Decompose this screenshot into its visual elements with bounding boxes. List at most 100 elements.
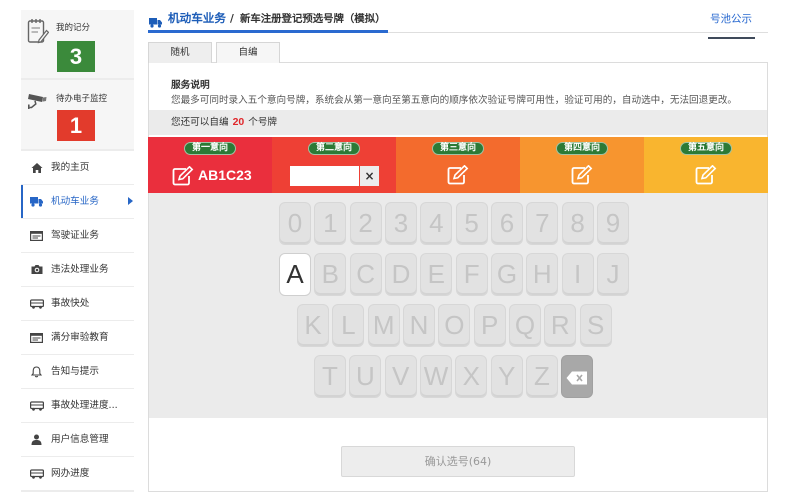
key-d[interactable]: D bbox=[384, 253, 417, 296]
sidebar-item-vehicle[interactable]: 机动车业务 bbox=[21, 185, 134, 218]
truck-icon bbox=[29, 195, 44, 208]
notepad-pencil-icon bbox=[27, 18, 50, 49]
intention-5[interactable]: 第五意向 bbox=[644, 137, 768, 193]
key-5[interactable]: 5 bbox=[455, 202, 488, 245]
confirm-selection-button[interactable]: 确认选号(64) bbox=[341, 446, 575, 477]
key-e[interactable]: E bbox=[420, 253, 453, 296]
quota-suffix: 个号牌 bbox=[248, 117, 278, 128]
sidebar-item-accident-quick[interactable]: 事故快处 bbox=[21, 287, 134, 320]
tab-custom[interactable]: 自编 bbox=[216, 42, 280, 63]
key-h[interactable]: H bbox=[526, 253, 559, 296]
edit-icon[interactable] bbox=[571, 164, 593, 189]
clear-button[interactable]: × bbox=[360, 166, 379, 186]
keyboard-row-t-z: T U V W X Y Z bbox=[314, 355, 594, 398]
intention-label: 第二意向 bbox=[308, 142, 360, 155]
key-8[interactable]: 8 bbox=[561, 202, 594, 245]
sidebar-item-label: 网办进度 bbox=[51, 468, 90, 479]
car-icon bbox=[29, 297, 44, 310]
key-w[interactable]: W bbox=[419, 355, 452, 398]
sidebar-menu: 我的主页 机动车业务 驾驶证业务 违法处理业务 事故快处 满分审验教育 告知与提… bbox=[21, 151, 134, 491]
key-0[interactable]: 0 bbox=[279, 202, 311, 245]
monitor-badge[interactable]: 1 bbox=[57, 110, 95, 141]
intention-4[interactable]: 第四意向 bbox=[520, 137, 644, 193]
key-i[interactable]: I bbox=[561, 253, 594, 296]
intention-label: 第三意向 bbox=[432, 142, 484, 155]
score-card-label: 我的记分 bbox=[56, 23, 91, 33]
key-c[interactable]: C bbox=[349, 253, 382, 296]
header-title-underline bbox=[148, 30, 388, 33]
key-z[interactable]: Z bbox=[525, 355, 558, 398]
sidebar-item-online-progress[interactable]: 网办进度 bbox=[21, 457, 134, 490]
key-j[interactable]: J bbox=[596, 253, 629, 296]
backspace-key[interactable] bbox=[561, 355, 594, 398]
key-g[interactable]: G bbox=[490, 253, 523, 296]
sidebar-item-home[interactable]: 我的主页 bbox=[21, 151, 134, 184]
score-card[interactable]: 我的记分 3 bbox=[21, 10, 134, 78]
tab-random[interactable]: 随机 bbox=[148, 42, 212, 63]
key-2[interactable]: 2 bbox=[349, 202, 382, 245]
service-heading: 服务说明 bbox=[171, 80, 210, 91]
sidebar-item-license[interactable]: 驾驶证业务 bbox=[21, 219, 134, 252]
intention-3[interactable]: 第三意向 bbox=[396, 137, 520, 193]
key-a[interactable]: A bbox=[279, 253, 311, 296]
key-9[interactable]: 9 bbox=[596, 202, 629, 245]
keyboard-row-k-s: K L M N O P Q R S bbox=[297, 304, 612, 347]
key-q[interactable]: Q bbox=[508, 304, 541, 347]
score-badge[interactable]: 3 bbox=[57, 41, 95, 72]
key-v[interactable]: V bbox=[384, 355, 417, 398]
sidebar-item-label: 我的主页 bbox=[51, 162, 90, 173]
key-6[interactable]: 6 bbox=[490, 202, 523, 245]
sidebar-item-label: 违法处理业务 bbox=[51, 264, 109, 275]
key-y[interactable]: Y bbox=[490, 355, 523, 398]
key-k[interactable]: K bbox=[297, 304, 329, 347]
keyboard-row-a-j: A B C D E F G H I J bbox=[279, 253, 629, 296]
id-card-icon bbox=[29, 229, 44, 242]
key-l[interactable]: L bbox=[332, 304, 365, 347]
key-7[interactable]: 7 bbox=[526, 202, 559, 245]
key-x[interactable]: X bbox=[455, 355, 488, 398]
key-b[interactable]: B bbox=[314, 253, 347, 296]
intention-label: 第四意向 bbox=[556, 142, 608, 155]
key-o[interactable]: O bbox=[438, 304, 471, 347]
edit-icon[interactable] bbox=[695, 164, 717, 189]
key-u[interactable]: U bbox=[349, 355, 382, 398]
key-p[interactable]: P bbox=[473, 304, 506, 347]
key-n[interactable]: N bbox=[402, 304, 435, 347]
quota-prefix: 您还可以自编 bbox=[171, 117, 229, 128]
sidebar-item-label: 事故处理进度... bbox=[51, 400, 118, 411]
key-s[interactable]: S bbox=[579, 304, 612, 347]
sidebar-item-label: 满分审验教育 bbox=[51, 332, 109, 343]
id-card-icon bbox=[29, 331, 44, 344]
quota-count: 20 bbox=[232, 116, 245, 128]
sidebar-item-violation[interactable]: 违法处理业务 bbox=[21, 253, 134, 286]
keyboard-row-digits: 0 1 2 3 4 5 6 7 8 9 bbox=[279, 202, 629, 245]
plate-input[interactable] bbox=[290, 166, 359, 186]
edit-icon[interactable] bbox=[447, 164, 469, 189]
sidebar-item-label: 事故快处 bbox=[51, 298, 90, 309]
breadcrumb-section[interactable]: 机动车业务 bbox=[168, 11, 226, 25]
sidebar-item-notices[interactable]: 告知与提示 bbox=[21, 355, 134, 388]
sidebar-item-user-info[interactable]: 用户信息管理 bbox=[21, 423, 134, 456]
key-m[interactable]: M bbox=[367, 304, 400, 347]
sidebar-item-accident-progress[interactable]: 事故处理进度... bbox=[21, 389, 134, 422]
key-f[interactable]: F bbox=[455, 253, 488, 296]
monitor-card[interactable]: 待办电子监控 1 bbox=[21, 80, 134, 149]
user-icon bbox=[29, 433, 44, 446]
sidebar: 我的记分 3 待办电子监控 1 我的主页 机动车业务 驾驶证业务 违法处理业务 … bbox=[21, 10, 134, 492]
car-icon bbox=[29, 399, 44, 412]
plate-pool-link[interactable]: 号池公示 bbox=[710, 13, 752, 26]
intention-1[interactable]: 第一意向 AB1C23 bbox=[148, 137, 272, 193]
key-3[interactable]: 3 bbox=[384, 202, 417, 245]
sidebar-item-label: 驾驶证业务 bbox=[51, 230, 99, 241]
key-t[interactable]: T bbox=[314, 355, 346, 398]
sidebar-item-education[interactable]: 满分审验教育 bbox=[21, 321, 134, 354]
intention-2[interactable]: 第二意向 × bbox=[272, 137, 396, 193]
chevron-right-icon bbox=[128, 197, 133, 205]
key-1[interactable]: 1 bbox=[314, 202, 347, 245]
key-r[interactable]: R bbox=[544, 304, 577, 347]
key-4[interactable]: 4 bbox=[420, 202, 453, 245]
edit-icon[interactable] bbox=[172, 165, 194, 190]
sidebar-item-label: 告知与提示 bbox=[51, 366, 99, 377]
camera-icon bbox=[29, 263, 44, 276]
plate-pool-underline bbox=[708, 37, 755, 39]
